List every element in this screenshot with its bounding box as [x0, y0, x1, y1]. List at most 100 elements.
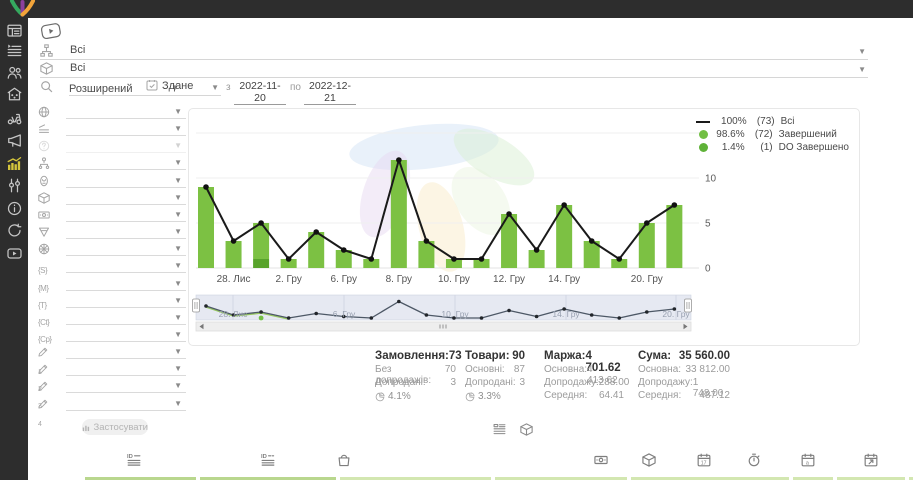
filter-row-globe[interactable]: ▼: [38, 104, 186, 121]
calendar-day-icon[interactable]: a: [801, 453, 815, 467]
legend-item-do-завершено[interactable]: 1.4%(1)DO Завершено: [696, 141, 849, 154]
calendar-check-icon: [146, 79, 158, 91]
svg-text:8. Гру: 8. Гру: [386, 274, 412, 285]
date-type-select[interactable]: Здане ▼: [146, 79, 221, 96]
chevron-down-icon: ▼: [174, 347, 182, 356]
person-icon: [38, 175, 50, 187]
source-filter-value: Всі: [70, 44, 85, 56]
levels-icon: [38, 123, 50, 135]
timer-icon[interactable]: [747, 453, 761, 467]
svg-text:10: 10: [705, 174, 717, 185]
filter-row-banknote[interactable]: ▼: [38, 207, 186, 224]
filter-row-custom-4[interactable]: 4▼: [38, 396, 186, 413]
sidebar-marketing-icon[interactable]: [0, 130, 28, 150]
pencil-icon: 4: [38, 398, 49, 426]
svg-text:10. Гру: 10. Гру: [438, 274, 470, 285]
sidebar-video-icon[interactable]: [0, 243, 28, 263]
sidebar-sync-icon[interactable]: [0, 220, 28, 240]
filter-row-globe-grid[interactable]: ▼: [38, 241, 186, 258]
sidebar-dashboard-icon[interactable]: [0, 20, 28, 40]
date-from-input[interactable]: 2022-11-20: [234, 80, 286, 105]
filter-row-t[interactable]: {T}▼: [38, 293, 186, 310]
stat-sub-value: 487.12: [699, 390, 730, 403]
calendar-date-icon[interactable]: 17: [697, 453, 711, 467]
filter-row-custom-2[interactable]: 2▼: [38, 361, 186, 378]
pie-icon: [465, 392, 475, 402]
search-icon[interactable]: [40, 80, 53, 93]
svg-text:ID: ID: [127, 454, 133, 460]
chart-legend: 100%(73)Всі98.6%(72)Завершений1.4%(1)DO …: [696, 115, 849, 154]
filter-row-s[interactable]: {S}▼: [38, 258, 186, 275]
sidebar: [0, 18, 28, 480]
legend-item-всі[interactable]: 100%(73)Всі: [696, 115, 849, 128]
chevron-down-icon: ▼: [174, 227, 182, 236]
svg-text:12. Гру: 12. Гру: [493, 274, 525, 285]
globe-grid-icon: [38, 243, 50, 255]
sidebar-statistics-icon[interactable]: [0, 153, 28, 173]
chevron-down-icon: ▼: [174, 313, 182, 322]
navigator-handle[interactable]: [685, 299, 692, 312]
filter-row-cp[interactable]: {Cp}▼: [38, 327, 186, 344]
filter-row-help[interactable]: ▼: [38, 138, 186, 155]
chevron-down-icon: ▼: [174, 244, 182, 253]
svg-text:14. Гру: 14. Гру: [548, 274, 580, 285]
apply-button[interactable]: Застосувати: [82, 419, 148, 435]
stat-sub-label: Середня:: [638, 390, 681, 403]
bag-icon[interactable]: [337, 453, 351, 467]
sidebar-warehouse-icon[interactable]: [0, 83, 28, 103]
product-filter-select[interactable]: Всі ▼: [40, 61, 868, 78]
filter-row-ct[interactable]: {Ct}▼: [38, 310, 186, 327]
source-filter-select[interactable]: Всі ▼: [40, 43, 868, 60]
sidebar-customers-icon[interactable]: [0, 62, 28, 82]
svg-text:2. Гру: 2. Гру: [275, 274, 301, 285]
filter-row-m[interactable]: {M}▼: [38, 276, 186, 293]
calendar-export-icon[interactable]: [864, 453, 878, 467]
sidebar-info-icon[interactable]: [0, 198, 28, 218]
stat-sub-value: 3: [519, 377, 525, 390]
filter-row-custom-3[interactable]: 3▼: [38, 378, 186, 395]
stat-sub-label: Основні:: [465, 364, 505, 377]
chevron-down-icon: ▼: [858, 47, 866, 56]
filter-row-org-person[interactable]: ▼: [38, 155, 186, 172]
chevron-down-icon: ▼: [174, 141, 182, 150]
cube-icon[interactable]: [642, 453, 656, 467]
sidebar-delivery-icon[interactable]: [0, 107, 28, 127]
svg-text:17: 17: [701, 460, 707, 466]
date-to-input[interactable]: 2022-12-21: [304, 80, 356, 105]
chart-card: 051028. Лис2. Гру6. Гру8. Гру10. Гру12. …: [188, 108, 860, 346]
svg-text:6. Гру: 6. Гру: [333, 309, 356, 319]
line-marker-icon: [696, 121, 710, 123]
product-filter-value: Всі: [70, 62, 85, 74]
id-order-icon[interactable]: ID: [261, 453, 275, 467]
stat-sub-value: 64.41: [599, 390, 624, 403]
chevron-down-icon: ▼: [174, 124, 182, 133]
sidebar-orders-list-icon[interactable]: [0, 40, 28, 60]
play-badge-icon[interactable]: [40, 21, 64, 41]
filter-row-funnel[interactable]: ▼: [38, 224, 186, 241]
stat-value: 90: [512, 350, 525, 364]
stat-sub-value: 87: [514, 364, 525, 377]
chevron-down-icon: ▼: [174, 158, 182, 167]
brand-trefoil-logo[interactable]: [8, 0, 38, 17]
banknote-icon: [38, 209, 50, 221]
svg-text:0: 0: [705, 264, 711, 275]
filter-row-person[interactable]: ▼: [38, 173, 186, 190]
filter-row-cube[interactable]: ▼: [38, 190, 186, 207]
var-icon: {Cp}: [38, 335, 52, 344]
sitemap-icon: [40, 44, 53, 57]
navigator-scrollbar[interactable]: [196, 322, 691, 331]
chevron-down-icon: ▼: [174, 279, 182, 288]
filter-row-levels[interactable]: ▼: [38, 121, 186, 138]
sidebar-settings-icon[interactable]: [0, 175, 28, 195]
chevron-down-icon: ▼: [174, 193, 182, 202]
navigator-handle[interactable]: [193, 299, 200, 312]
id-sort-icon[interactable]: ID: [127, 453, 141, 467]
cube-icon[interactable]: [520, 423, 533, 436]
banknote-icon[interactable]: [594, 453, 608, 467]
filter-row-custom-1[interactable]: 1▼: [38, 344, 186, 361]
list-view-icon[interactable]: [493, 423, 506, 436]
stat-sub-label: Без допродажів:: [375, 364, 445, 377]
chevron-down-icon: ▼: [858, 65, 866, 74]
pie-icon: [375, 392, 385, 402]
legend-item-завершений[interactable]: 98.6%(72)Завершений: [696, 128, 849, 141]
